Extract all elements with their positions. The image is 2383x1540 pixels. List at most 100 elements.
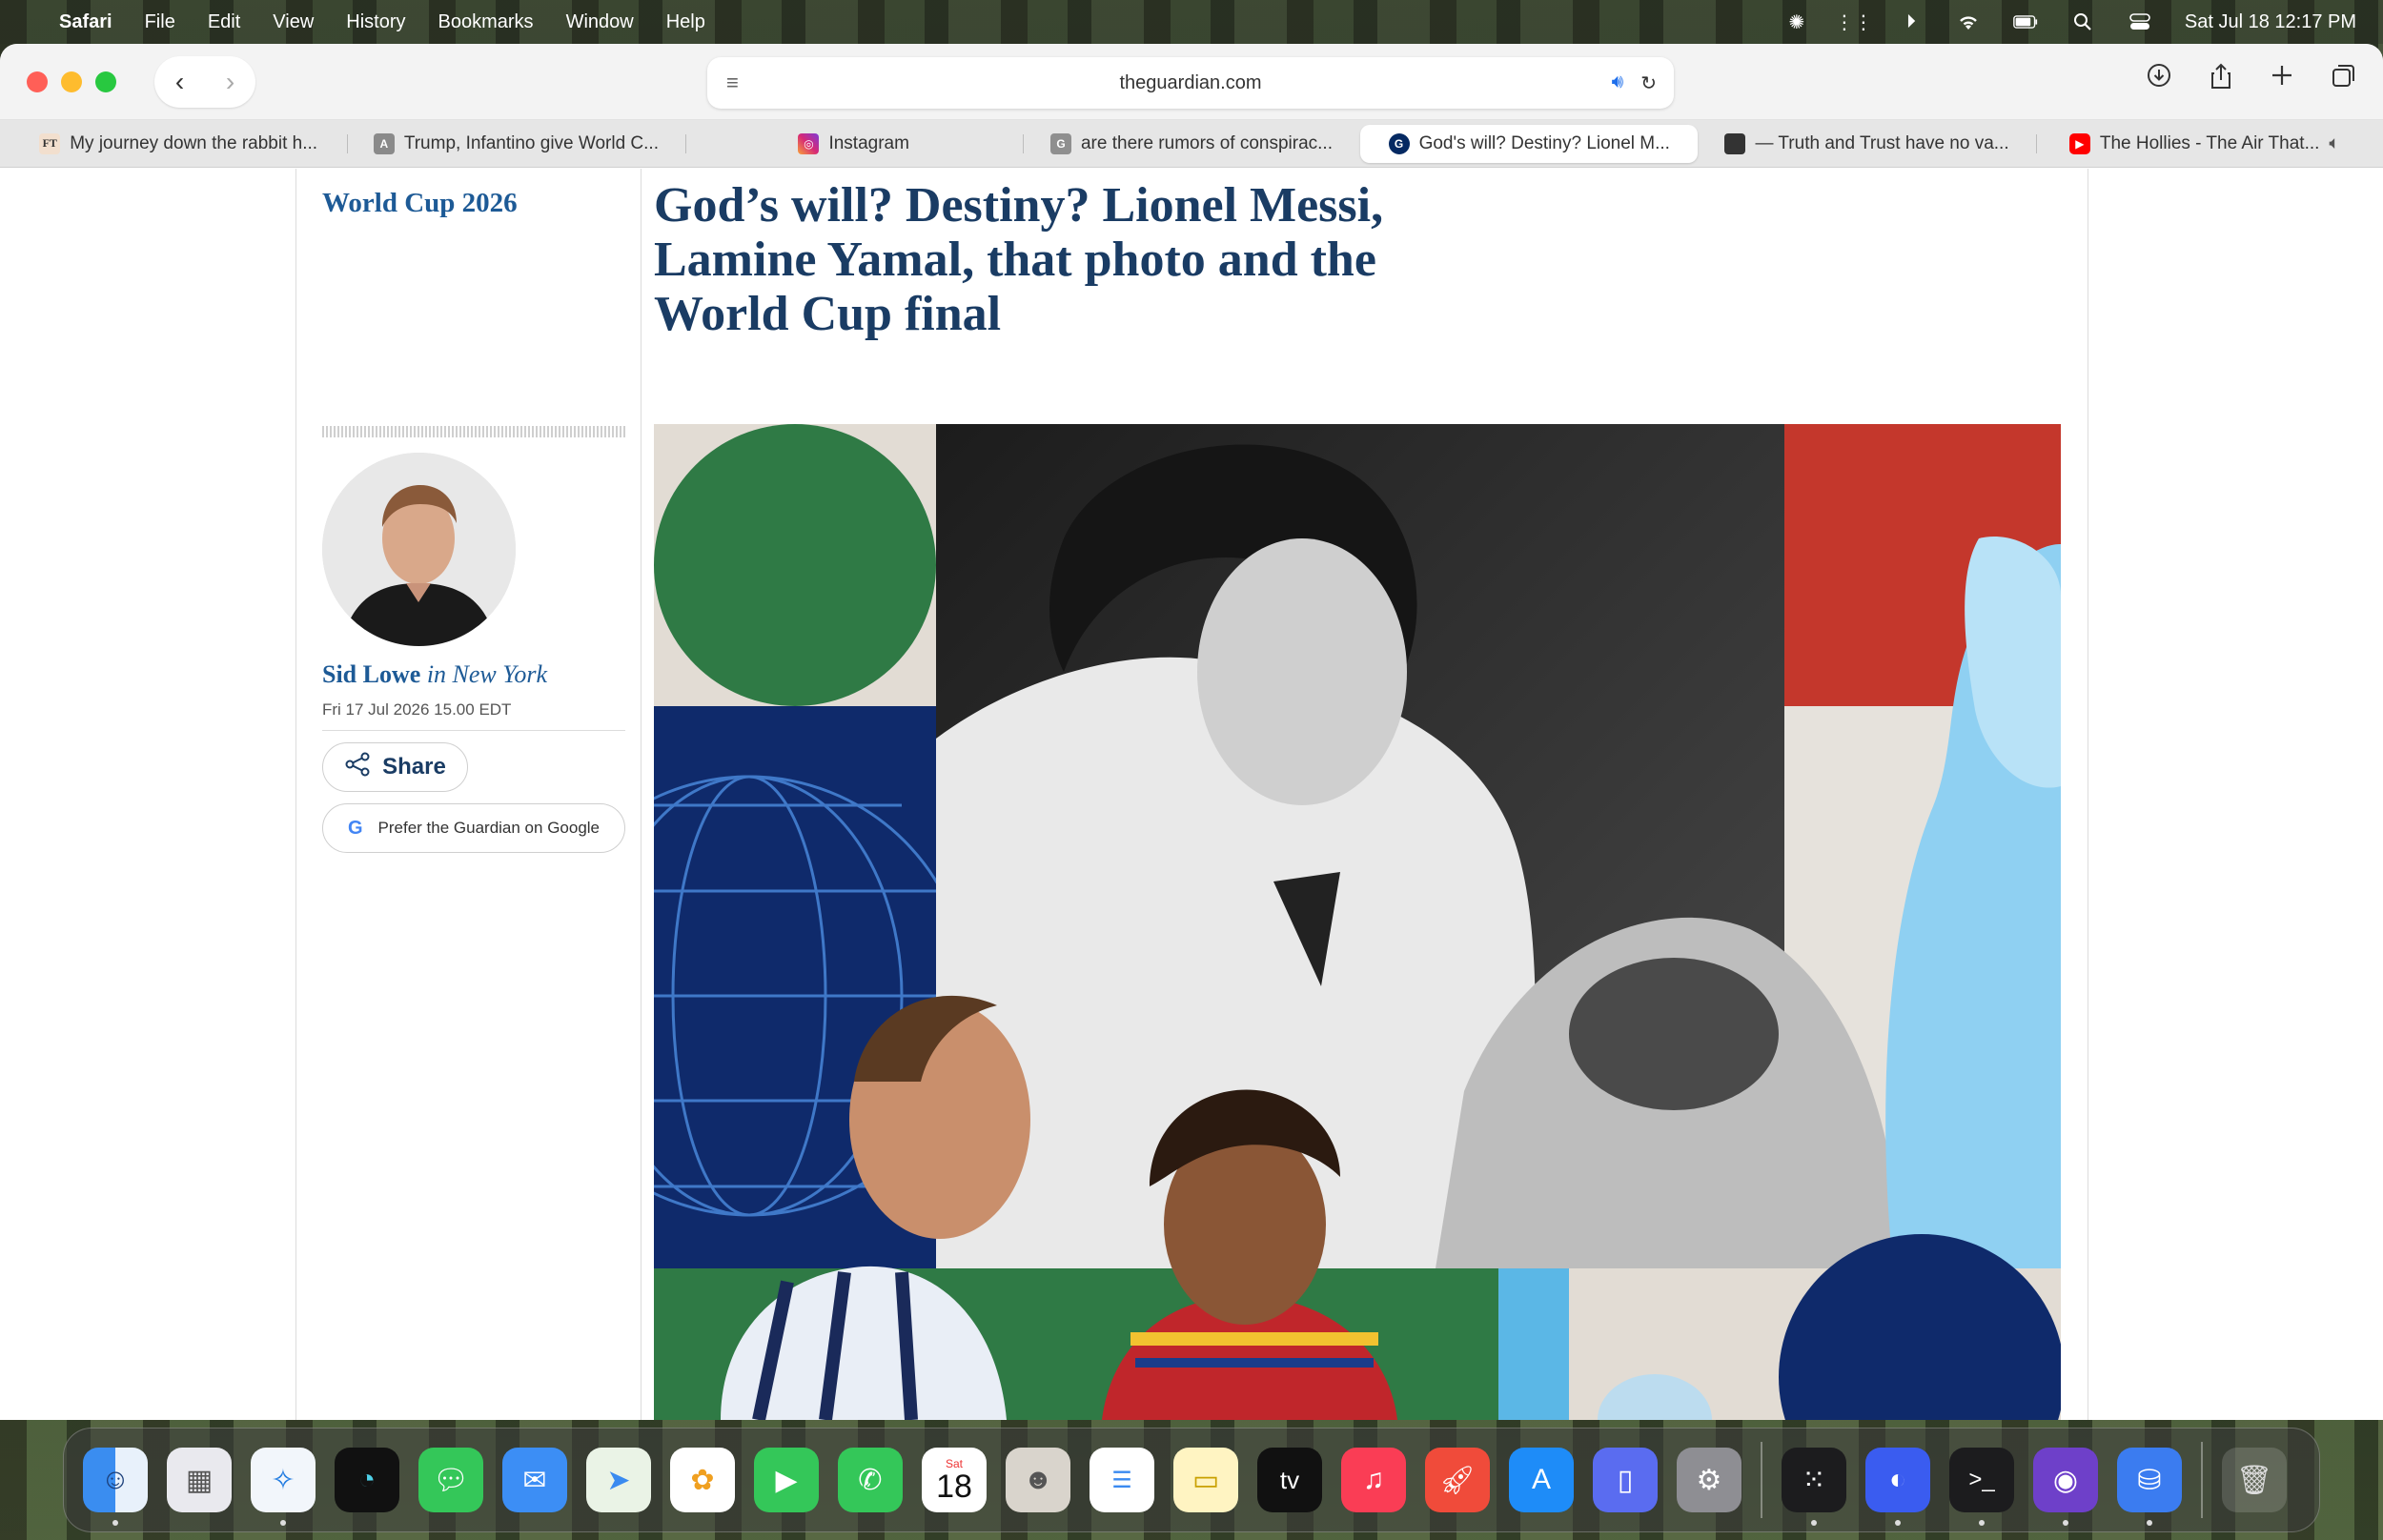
url-text: theguardian.com: [1119, 71, 1262, 93]
close-window-button[interactable]: [27, 71, 48, 92]
grid-dots-icon[interactable]: ⋮⋮: [1835, 11, 1873, 33]
github-desktop-icon[interactable]: ◉: [2033, 1448, 2098, 1526]
menu-help[interactable]: Help: [666, 11, 705, 33]
tab-guardian-active[interactable]: G God's will? Destiny? Lionel M...: [1360, 124, 1699, 163]
address-bar[interactable]: ≡ theguardian.com 🔊︎ ↻: [707, 57, 1674, 109]
tab-title: — Truth and Trust have no va...: [1755, 132, 2009, 153]
calendar-icon[interactable]: Sat 18: [922, 1448, 987, 1512]
share-button[interactable]: Share: [322, 742, 468, 792]
facetime-icon[interactable]: ▶: [754, 1448, 819, 1512]
mail-icon[interactable]: ✉: [502, 1448, 567, 1512]
youtube-favicon-icon: ▶: [2068, 132, 2090, 154]
tab-truth-trust[interactable]: — Truth and Trust have no va...: [1698, 125, 2035, 163]
navigation-buttons: ‹ ›: [154, 55, 255, 108]
rocket-app-icon[interactable]: 🚀︎: [1425, 1448, 1490, 1512]
back-icon[interactable]: ‹: [175, 67, 184, 97]
finder-icon[interactable]: ☺: [83, 1448, 148, 1526]
tab-audio-icon[interactable]: 🔊︎: [1612, 71, 1624, 95]
section-link[interactable]: World Cup 2026: [322, 188, 518, 219]
article-headline: God’s will? Destiny? Lionel Messi, Lamin…: [654, 178, 1384, 341]
trash-icon[interactable]: 🗑︎: [2222, 1448, 2287, 1512]
reload-icon[interactable]: ↻: [1640, 71, 1657, 95]
dock-divider: [1761, 1442, 1762, 1518]
share-toolbar-icon[interactable]: [2210, 63, 2232, 96]
fullscreen-window-button[interactable]: [95, 71, 116, 92]
menu-file[interactable]: File: [145, 11, 175, 33]
battery-icon[interactable]: [2013, 11, 2038, 32]
dotted-divider: [322, 426, 625, 437]
instagram-favicon-icon: ◎: [798, 132, 820, 154]
menubar-clock[interactable]: Sat Jul 18 12:17 PM: [2185, 11, 2356, 33]
tab-title: Instagram: [828, 132, 909, 153]
author-avatar[interactable]: [322, 453, 516, 646]
iphone-mirroring-icon[interactable]: ▯: [1593, 1448, 1658, 1512]
tab-conspiracy[interactable]: G are there rumors of conspirac...: [1022, 125, 1360, 163]
control-center-icon[interactable]: [2128, 11, 2152, 32]
meta-column-border: [641, 169, 642, 1420]
dock-divider: [2201, 1442, 2203, 1518]
calendar-day: 18: [936, 1469, 972, 1505]
guardian-favicon-icon: G: [1388, 132, 1410, 154]
menu-edit[interactable]: Edit: [208, 11, 240, 33]
menu-view[interactable]: View: [273, 11, 314, 33]
menu-app-name[interactable]: Safari: [59, 11, 112, 33]
system-settings-icon[interactable]: ⚙: [1677, 1448, 1741, 1512]
app-grid-icon[interactable]: ⁙: [1782, 1448, 1846, 1526]
maps-icon[interactable]: ➤: [586, 1448, 651, 1512]
hero-image[interactable]: [654, 424, 2061, 1420]
chat-app-icon[interactable]: ◐: [1865, 1448, 1930, 1526]
forward-icon[interactable]: ›: [226, 67, 234, 97]
share-icon: [344, 752, 371, 783]
menu-window[interactable]: Window: [566, 11, 634, 33]
app-store-icon[interactable]: A: [1509, 1448, 1574, 1512]
safari-icon[interactable]: ✧: [251, 1448, 316, 1526]
tab-title: Trump, Infantino give World C...: [403, 132, 659, 153]
database-app-icon[interactable]: ⛁: [2117, 1448, 2182, 1526]
google-label: Prefer the Guardian on Google: [377, 819, 601, 837]
window-controls: [27, 71, 116, 92]
tab-title: The Hollies - The Air That...: [2099, 132, 2320, 153]
messages-icon[interactable]: 💬︎: [418, 1448, 483, 1512]
page-menu-icon[interactable]: ≡: [726, 71, 739, 95]
minimize-window-button[interactable]: [61, 71, 82, 92]
terminal-icon[interactable]: >_: [1949, 1448, 2014, 1526]
wave-app-icon[interactable]: ◔: [335, 1448, 399, 1512]
new-tab-icon[interactable]: [2271, 63, 2293, 96]
downloads-icon[interactable]: [2147, 63, 2171, 96]
tab-speaker-icon[interactable]: 🔈︎: [2329, 133, 2339, 154]
contacts-icon[interactable]: ☻: [1006, 1448, 1070, 1512]
tab-overview-icon[interactable]: [2332, 63, 2356, 96]
meta-separator: [322, 730, 625, 731]
tab-title: God's will? Destiny? Lionel M...: [1418, 132, 1670, 153]
menu-bookmarks[interactable]: Bookmarks: [438, 11, 534, 33]
launchpad-icon[interactable]: ▦: [167, 1448, 232, 1512]
chatgpt-icon[interactable]: ✺: [1784, 11, 1809, 33]
photos-icon[interactable]: ✿: [670, 1448, 735, 1512]
ft-favicon-icon: FT: [39, 132, 61, 154]
spotlight-search-icon[interactable]: [2070, 11, 2095, 32]
tab-ft[interactable]: FT My journey down the rabbit h...: [10, 125, 347, 163]
wifi-icon[interactable]: [1956, 11, 1981, 32]
apple-tv-label: tv: [1279, 1465, 1300, 1494]
menu-history[interactable]: History: [346, 11, 405, 33]
tab-instagram[interactable]: ◎ Instagram: [684, 125, 1023, 163]
safari-window: ‹ › ≡ theguardian.com 🔊︎ ↻ FT My journey…: [0, 44, 2383, 1420]
notes-icon[interactable]: ▭: [1173, 1448, 1238, 1512]
reminders-icon[interactable]: ☰: [1090, 1448, 1154, 1512]
author-name-link[interactable]: Sid Lowe: [322, 660, 420, 688]
tab-title: are there rumors of conspirac...: [1080, 132, 1333, 153]
tab-trump-infantino[interactable]: A Trump, Infantino give World C...: [347, 125, 684, 163]
google-logo-icon: G: [347, 817, 363, 839]
menu-bar: Safari File Edit View History Bookmarks …: [0, 0, 2383, 44]
tab-hollies[interactable]: ▶ The Hollies - The Air That... 🔈︎: [2035, 125, 2373, 163]
apple-tv-icon[interactable]: tv: [1257, 1448, 1322, 1512]
play-circle-icon[interactable]: ⏵: [1899, 11, 1924, 32]
location-prefix: in: [426, 660, 447, 688]
publish-date: Fri 17 Jul 2026 15.00 EDT: [322, 700, 512, 719]
author-location: New York: [452, 660, 548, 688]
prefer-on-google-button[interactable]: G Prefer the Guardian on Google: [322, 803, 625, 853]
left-column-border: [295, 169, 296, 1420]
phone-icon[interactable]: ✆: [838, 1448, 903, 1512]
music-icon[interactable]: ♫: [1341, 1448, 1406, 1512]
g-favicon-icon: G: [1049, 132, 1071, 154]
